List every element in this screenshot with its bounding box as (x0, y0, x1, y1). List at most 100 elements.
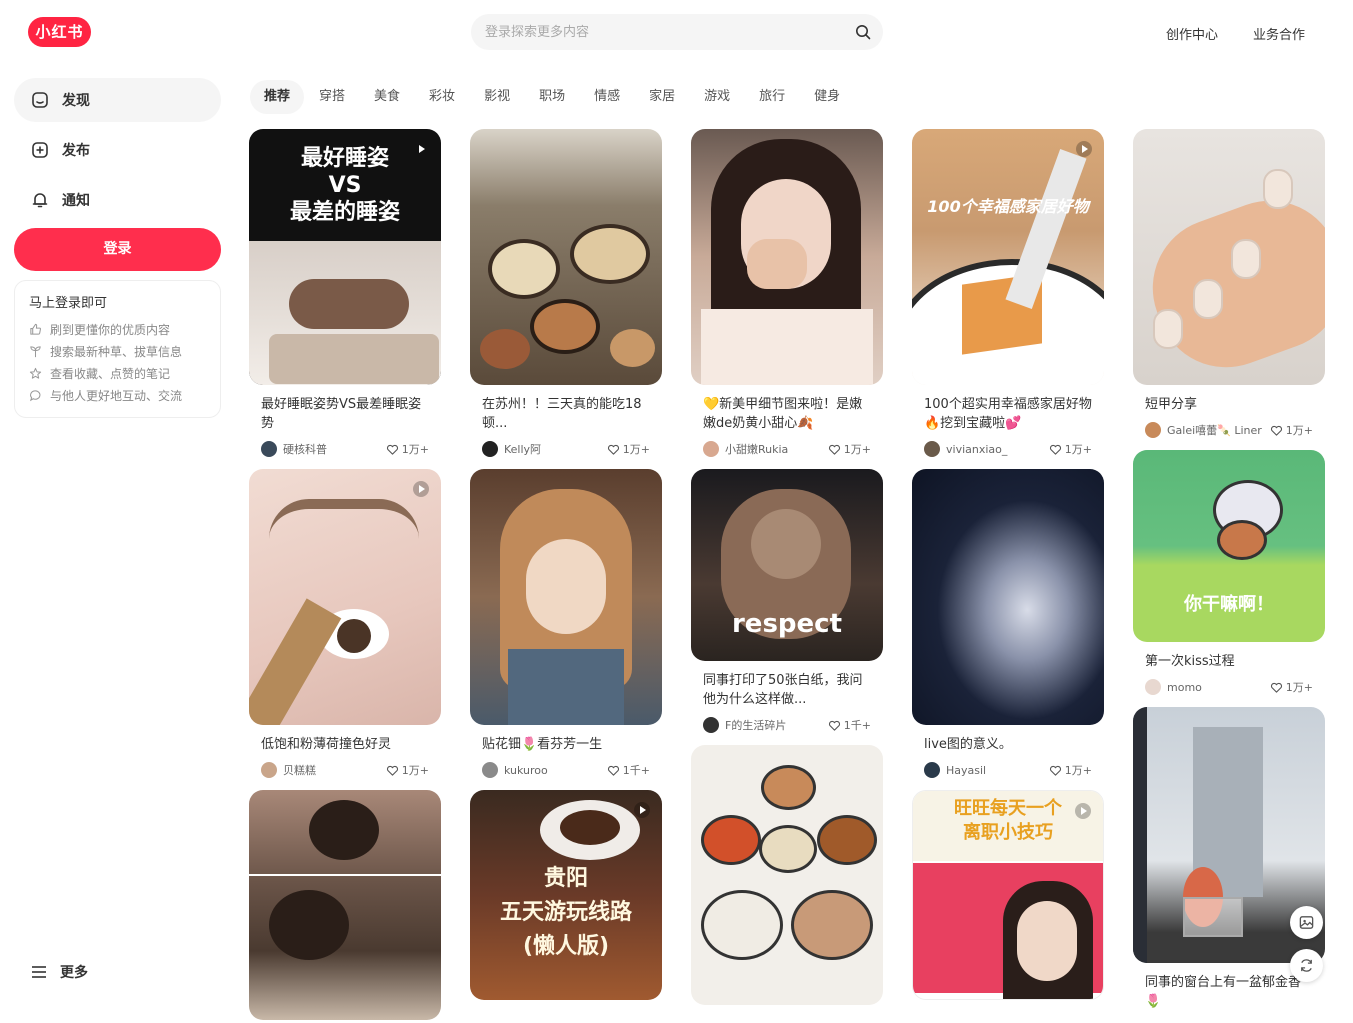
note-card[interactable]: 低饱和粉薄荷撞色好灵 贝糕糕 1万+ (249, 469, 441, 780)
avatar[interactable] (261, 441, 277, 457)
sidebar-item-notify[interactable]: 通知 (14, 178, 221, 222)
tab-career[interactable]: 职场 (525, 80, 579, 114)
more-label: 更多 (60, 965, 88, 981)
note-card[interactable] (249, 790, 441, 1020)
sidebar-item-publish[interactable]: 发布 (14, 128, 221, 172)
author-name[interactable]: kukuroo (504, 764, 548, 777)
tab-games[interactable]: 游戏 (690, 80, 744, 114)
note-card[interactable]: 旺旺每天一个 离职小技巧 (912, 790, 1104, 1000)
search-bar[interactable] (471, 14, 883, 50)
avatar[interactable] (482, 762, 498, 778)
channel-tabs: 推荐 穿搭 美食 彩妆 影视 职场 情感 家居 游戏 旅行 健身 (250, 80, 855, 114)
author-name[interactable]: 小甜嫩Rukia (725, 441, 788, 457)
avatar[interactable] (924, 762, 940, 778)
note-card[interactable]: 100个幸福感家居好物 100个超实用幸福感家居好物🔥挖到宝藏啦💕 vivian… (912, 129, 1104, 459)
tab-recommend[interactable]: 推荐 (250, 80, 305, 114)
login-card-row: 与他人更好地互动、交流 (29, 384, 206, 406)
tab-outfit[interactable]: 穿搭 (305, 80, 359, 114)
note-cover[interactable] (1133, 129, 1325, 385)
note-cover[interactable] (470, 129, 662, 385)
note-card[interactable]: 短甲分享 Galei嘻蕾🍡 Liner 1万+ (1133, 129, 1325, 440)
author-name[interactable]: vivianxiao_ (946, 443, 1007, 456)
author-name[interactable]: Kelly阿 (504, 441, 541, 457)
note-cover[interactable] (912, 469, 1104, 725)
tab-food[interactable]: 美食 (360, 80, 414, 114)
avatar[interactable] (703, 717, 719, 733)
tab-makeup[interactable]: 彩妆 (415, 80, 469, 114)
note-cover[interactable] (249, 790, 441, 1020)
author-name[interactable]: Hayasil (946, 764, 986, 777)
note-card[interactable] (691, 745, 883, 1005)
note-card[interactable]: 最好睡姿 VS 最差的睡姿 最好睡眠姿势VS最差睡眠姿势 硬核科普 1万+ (249, 129, 441, 459)
avatar[interactable] (261, 762, 277, 778)
note-title[interactable]: live图的意义。 (912, 725, 1104, 754)
login-button[interactable]: 登录 (14, 228, 221, 271)
note-title[interactable]: 100个超实用幸福感家居好物🔥挖到宝藏啦💕 (912, 385, 1104, 433)
like-count[interactable]: 1万+ (1049, 441, 1092, 457)
feed-column: 短甲分享 Galei嘻蕾🍡 Liner 1万+ 你干嘛啊！ 第一次kiss过程 … (1133, 129, 1325, 1011)
author-name[interactable]: 硬核科普 (283, 441, 327, 457)
avatar[interactable] (482, 441, 498, 457)
avatar[interactable] (703, 441, 719, 457)
note-cover[interactable] (470, 469, 662, 725)
avatar[interactable] (1145, 422, 1161, 438)
tab-fitness[interactable]: 健身 (800, 80, 854, 114)
note-title[interactable]: 低饱和粉薄荷撞色好灵 (249, 725, 441, 754)
note-card[interactable]: respect 同事打印了50张白纸，我问他为什么这样做... F的生活碎片 1… (691, 469, 883, 735)
note-card[interactable]: live图的意义。 Hayasil 1万+ (912, 469, 1104, 780)
creator-center-link[interactable]: 创作中心 (1166, 24, 1218, 43)
note-title[interactable]: 第一次kiss过程 (1133, 642, 1325, 671)
note-card[interactable]: 贵阳 五天游玩线路 (懒人版) (470, 790, 662, 1000)
like-count[interactable]: 1千+ (828, 717, 871, 733)
note-meta: Kelly阿 1万+ (470, 433, 662, 459)
like-count[interactable]: 1万+ (828, 441, 871, 457)
like-count[interactable]: 1千+ (607, 762, 650, 778)
avatar[interactable] (1145, 679, 1161, 695)
note-cover[interactable] (691, 129, 883, 385)
tab-travel[interactable]: 旅行 (745, 80, 799, 114)
note-card[interactable]: 在苏州！！三天真的能吃18顿... Kelly阿 1万+ (470, 129, 662, 459)
note-title[interactable]: 同事打印了50张白纸，我问他为什么这样做... (691, 661, 883, 709)
like-count[interactable]: 1万+ (1049, 762, 1092, 778)
business-link[interactable]: 业务合作 (1253, 24, 1305, 43)
note-cover[interactable]: 100个幸福感家居好物 (912, 129, 1104, 385)
note-cover[interactable]: 你干嘛啊！ (1133, 450, 1325, 642)
note-title[interactable]: 💛新美甲细节图来啦！是嫩嫩de奶黄小甜心🍂 (691, 385, 883, 433)
tab-home[interactable]: 家居 (635, 80, 689, 114)
note-cover[interactable]: 最好睡姿 VS 最差的睡姿 (249, 129, 441, 385)
like-count[interactable]: 1万+ (386, 441, 429, 457)
note-title[interactable]: 最好睡眠姿势VS最差睡眠姿势 (249, 385, 441, 433)
note-card[interactable]: 贴花钿🌷看芬芳一生 kukuroo 1千+ (470, 469, 662, 780)
note-card[interactable]: 💛新美甲细节图来啦！是嫩嫩de奶黄小甜心🍂 小甜嫩Rukia 1万+ (691, 129, 883, 459)
search-icon[interactable] (855, 24, 871, 40)
like-count[interactable]: 1万+ (386, 762, 429, 778)
like-count[interactable]: 1万+ (1270, 679, 1313, 695)
note-cover[interactable]: 旺旺每天一个 离职小技巧 (912, 790, 1104, 1000)
note-cover[interactable] (249, 469, 441, 725)
note-title[interactable]: 在苏州！！三天真的能吃18顿... (470, 385, 662, 433)
note-cover[interactable]: 贵阳 五天游玩线路 (懒人版) (470, 790, 662, 1000)
search-input[interactable] (485, 14, 845, 50)
login-card-row: 查看收藏、点赞的笔记 (29, 362, 206, 384)
top-bar: 小红书 创作中心 业务合作 (0, 0, 1353, 64)
tab-movies[interactable]: 影视 (470, 80, 524, 114)
note-card[interactable]: 你干嘛啊！ 第一次kiss过程 momo 1万+ (1133, 450, 1325, 697)
note-cover[interactable]: respect (691, 469, 883, 661)
logo[interactable]: 小红书 (28, 17, 91, 47)
sidebar-item-label: 通知 (62, 193, 90, 209)
tab-emotion[interactable]: 情感 (580, 80, 634, 114)
note-cover[interactable] (691, 745, 883, 1005)
avatar[interactable] (924, 441, 940, 457)
refresh-button[interactable] (1290, 949, 1323, 982)
author-name[interactable]: momo (1167, 681, 1202, 694)
like-count[interactable]: 1万+ (1270, 422, 1313, 438)
author-name[interactable]: 贝糕糕 (283, 762, 316, 778)
note-title[interactable]: 贴花钿🌷看芬芳一生 (470, 725, 662, 754)
author-name[interactable]: Galei嘻蕾🍡 Liner (1167, 422, 1262, 438)
like-count[interactable]: 1万+ (607, 441, 650, 457)
more-menu[interactable]: 更多 (30, 962, 88, 982)
note-title[interactable]: 短甲分享 (1133, 385, 1325, 414)
sidebar-item-discover[interactable]: 发现 (14, 78, 221, 122)
image-mode-button[interactable] (1290, 906, 1323, 939)
author-name[interactable]: F的生活碎片 (725, 717, 786, 733)
